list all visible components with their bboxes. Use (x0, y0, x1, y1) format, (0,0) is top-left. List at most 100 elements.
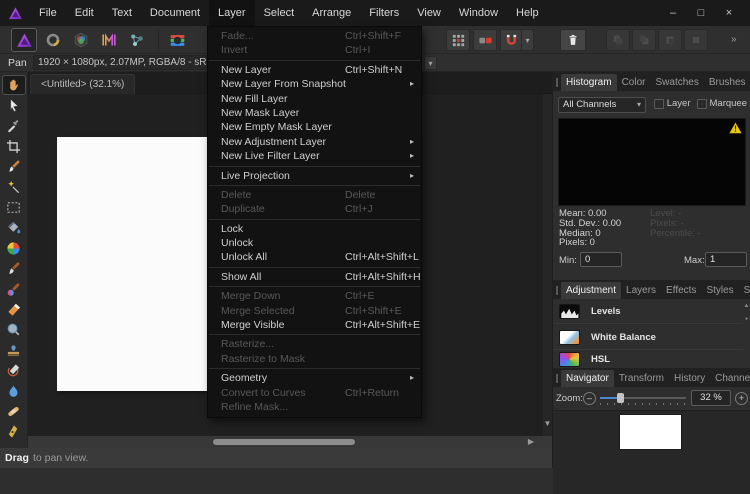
gradient-tool[interactable] (2, 238, 26, 258)
zoom-slider[interactable] (600, 397, 686, 399)
channel-select[interactable]: All Channels ▾ (558, 97, 646, 113)
export-persona-button[interactable] (124, 28, 150, 52)
scroll-thumb-icon[interactable]: ● (743, 316, 750, 322)
zoom-out-button[interactable]: – (583, 392, 596, 405)
adjustment-item-white-balance[interactable]: White Balance (553, 325, 743, 350)
tab-color[interactable]: Color (617, 74, 651, 91)
menu-edit[interactable]: Edit (66, 0, 103, 26)
panel-grip-icon[interactable] (556, 78, 558, 87)
menu-item-new-live-filter-layer[interactable]: New Live Filter Layer▸ (208, 149, 421, 163)
tab-channels[interactable]: Channels (710, 370, 750, 387)
menu-item-new-layer-from-snapshot[interactable]: New Layer From Snapshot▸ (208, 77, 421, 91)
menu-window[interactable]: Window (450, 0, 507, 26)
menu-item-unlock-all[interactable]: Unlock AllCtrl+Alt+Shift+L (208, 250, 421, 264)
flood-select-tool[interactable] (2, 177, 26, 197)
auto-colours-button[interactable] (164, 28, 190, 52)
layer-checkbox[interactable]: Layer (654, 98, 691, 109)
menu-arrange[interactable]: Arrange (303, 0, 360, 26)
tab-adjustment[interactable]: Adjustment (561, 282, 621, 299)
menu-filters[interactable]: Filters (360, 0, 408, 26)
tab-brushes[interactable]: Brushes (704, 74, 750, 91)
selection-brush-tool[interactable] (2, 157, 26, 177)
menu-item-new-layer[interactable]: New LayerCtrl+Shift+N (208, 63, 421, 77)
tab-effects[interactable]: Effects (661, 282, 701, 299)
tab-transform[interactable]: Transform (614, 370, 669, 387)
minimize-icon[interactable]: – (662, 3, 684, 23)
navigator-preview[interactable] (553, 410, 750, 494)
edit-all-layers-button[interactable] (473, 29, 497, 51)
menu-item-merge-visible[interactable]: Merge VisibleCtrl+Alt+Shift+E (208, 318, 421, 332)
close-icon[interactable]: × (718, 3, 740, 23)
menu-select[interactable]: Select (255, 0, 304, 26)
tab-stock[interactable]: Stock (739, 282, 750, 299)
tab-history[interactable]: History (669, 370, 710, 387)
zoom-slider-handle[interactable] (617, 393, 624, 403)
scroll-up-icon[interactable]: ▲ (743, 303, 750, 309)
max-input[interactable]: 1 (705, 252, 747, 267)
move-tool[interactable] (2, 95, 26, 115)
erase-brush-tool[interactable] (2, 299, 26, 319)
move-forward-icon (637, 33, 651, 47)
marquee-checkbox[interactable]: Marquee (697, 98, 748, 109)
panel-grip-icon[interactable] (556, 374, 558, 383)
menu-item-new-mask-layer[interactable]: New Mask Layer (208, 106, 421, 120)
clone-brush-tool[interactable] (2, 340, 26, 360)
menu-item-show-all[interactable]: Show AllCtrl+Alt+Shift+H (208, 270, 421, 284)
warning-icon[interactable] (729, 122, 742, 134)
menu-item-new-adjustment-layer[interactable]: New Adjustment Layer▸ (208, 135, 421, 149)
flood-fill-tool[interactable] (2, 218, 26, 238)
liquify-persona-button[interactable] (40, 28, 66, 52)
menu-item-live-projection[interactable]: Live Projection▸ (208, 169, 421, 183)
vertical-scrollbar[interactable]: ▼ (543, 94, 552, 436)
tab-histogram[interactable]: Histogram (561, 74, 617, 91)
develop-persona-button[interactable] (68, 28, 94, 52)
navigator-page-thumbnail[interactable] (620, 415, 681, 449)
colour-picker-tool[interactable] (2, 116, 26, 136)
marquee-select-tool[interactable] (2, 197, 26, 217)
colour-replacement-brush-tool[interactable] (2, 279, 26, 299)
undo-brush-tool[interactable] (2, 360, 26, 380)
view-pan-tool[interactable] (2, 75, 26, 95)
document-tab[interactable]: <Untitled> (32.1%) (30, 74, 135, 94)
selection-mode-button[interactable] (446, 29, 470, 51)
tab-styles[interactable]: Styles (701, 282, 738, 299)
menu-help[interactable]: Help (507, 0, 548, 26)
pen-tool[interactable] (2, 422, 26, 442)
zoom-value-input[interactable]: 32 % (691, 390, 731, 406)
tone-mapping-persona-button[interactable] (96, 28, 122, 52)
menu-item-new-fill-layer[interactable]: New Fill Layer (208, 92, 421, 106)
menu-item-unlock[interactable]: Unlock (208, 236, 421, 250)
healing-brush-tool[interactable] (2, 401, 26, 421)
menu-item-geometry[interactable]: Geometry▸ (208, 371, 421, 385)
photo-persona-button[interactable] (11, 28, 37, 52)
min-input[interactable]: 0 (580, 252, 622, 267)
menu-layer[interactable]: Layer (209, 0, 255, 26)
maximize-icon[interactable]: □ (690, 3, 712, 23)
zoom-in-button[interactable]: + (735, 392, 748, 405)
crop-tool[interactable] (2, 136, 26, 156)
toolbar-overflow-icon[interactable]: » (731, 34, 737, 45)
horizontal-scrollbar[interactable]: ▶ (28, 436, 552, 448)
dodge-brush-tool[interactable] (2, 320, 26, 340)
menu-file[interactable]: File (30, 0, 66, 26)
blur-brush-tool[interactable] (2, 381, 26, 401)
tab-navigator[interactable]: Navigator (561, 370, 614, 387)
scroll-right-icon[interactable]: ▶ (528, 437, 534, 446)
horizontal-scroll-thumb[interactable] (213, 439, 355, 445)
adjustment-item-levels[interactable]: Levels (553, 299, 743, 324)
menu-view[interactable]: View (408, 0, 450, 26)
context-dropdown[interactable]: ▾ (424, 56, 437, 70)
adjustment-item-hsl[interactable]: HSL (553, 351, 743, 368)
menu-text[interactable]: Text (103, 0, 141, 26)
menu-item-new-empty-mask-layer[interactable]: New Empty Mask Layer (208, 120, 421, 134)
paint-brush-tool[interactable] (2, 259, 26, 279)
snapping-button[interactable] (500, 29, 522, 51)
tab-swatches[interactable]: Swatches (650, 74, 703, 91)
tab-layers[interactable]: Layers (621, 282, 661, 299)
snapping-dropdown[interactable]: ▾ (522, 29, 534, 51)
menu-document[interactable]: Document (141, 0, 209, 26)
panel-grip-icon[interactable] (556, 286, 558, 295)
scroll-down-icon[interactable]: ▼ (543, 419, 552, 428)
delete-button[interactable] (560, 29, 586, 51)
menu-item-lock[interactable]: Lock (208, 222, 421, 236)
